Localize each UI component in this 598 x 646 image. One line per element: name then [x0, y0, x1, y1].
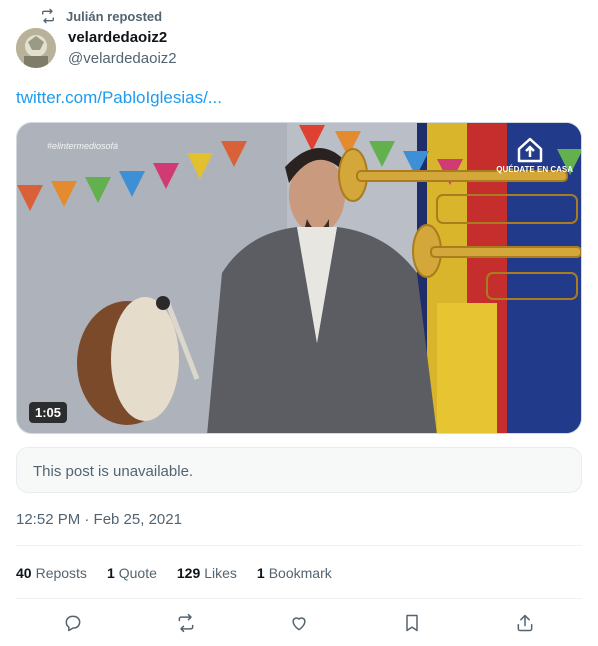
divider: [16, 545, 582, 546]
quotes-stat[interactable]: 1 Quote: [107, 565, 157, 581]
video-duration: 1:05: [29, 402, 68, 423]
like-icon: [292, 617, 306, 631]
unavailable-message: This post is unavailable.: [33, 463, 194, 480]
engagement-stats: 40 Reposts 1 Quote 129 Likes 1 Bookmark: [16, 565, 332, 581]
likes-stat[interactable]: 129 Likes: [177, 565, 237, 581]
reposts-stat[interactable]: 40 Reposts: [16, 565, 87, 581]
channel-tag: #elintermediosofá: [47, 141, 119, 151]
share-button[interactable]: [508, 610, 542, 636]
home-logo-icon: [517, 137, 543, 163]
repost-button[interactable]: [169, 610, 203, 636]
author-handle[interactable]: @velardedaoiz2: [68, 50, 177, 67]
video-player[interactable]: #elintermediosofá QUÉDATE EN CASA 1:05: [16, 122, 582, 434]
avatar[interactable]: [16, 28, 56, 68]
post-timestamp[interactable]: 12:52 PM · Feb 25, 2021: [16, 511, 182, 528]
tweet-link[interactable]: twitter.com/PabloIglesias/...: [16, 88, 222, 108]
like-button[interactable]: [282, 610, 316, 636]
repost-label: Julián reposted: [66, 8, 163, 24]
repost-icon: [178, 613, 194, 633]
quoted-post-unavailable: This post is unavailable.: [16, 447, 582, 493]
bookmark-button[interactable]: [395, 610, 429, 636]
overlay-text: QUÉDATE EN CASA: [496, 165, 573, 174]
action-bar: [16, 610, 582, 636]
bookmarks-stat[interactable]: 1 Bookmark: [257, 565, 332, 581]
author-name[interactable]: velardedaoiz2: [68, 29, 167, 46]
share-icon: [517, 614, 533, 632]
repost-indicator[interactable]: Julián reposted: [40, 8, 162, 24]
bookmark-icon: [406, 614, 418, 632]
reply-icon: [65, 615, 81, 632]
repost-icon: [42, 8, 54, 24]
reply-button[interactable]: [56, 610, 90, 636]
divider: [16, 598, 582, 599]
